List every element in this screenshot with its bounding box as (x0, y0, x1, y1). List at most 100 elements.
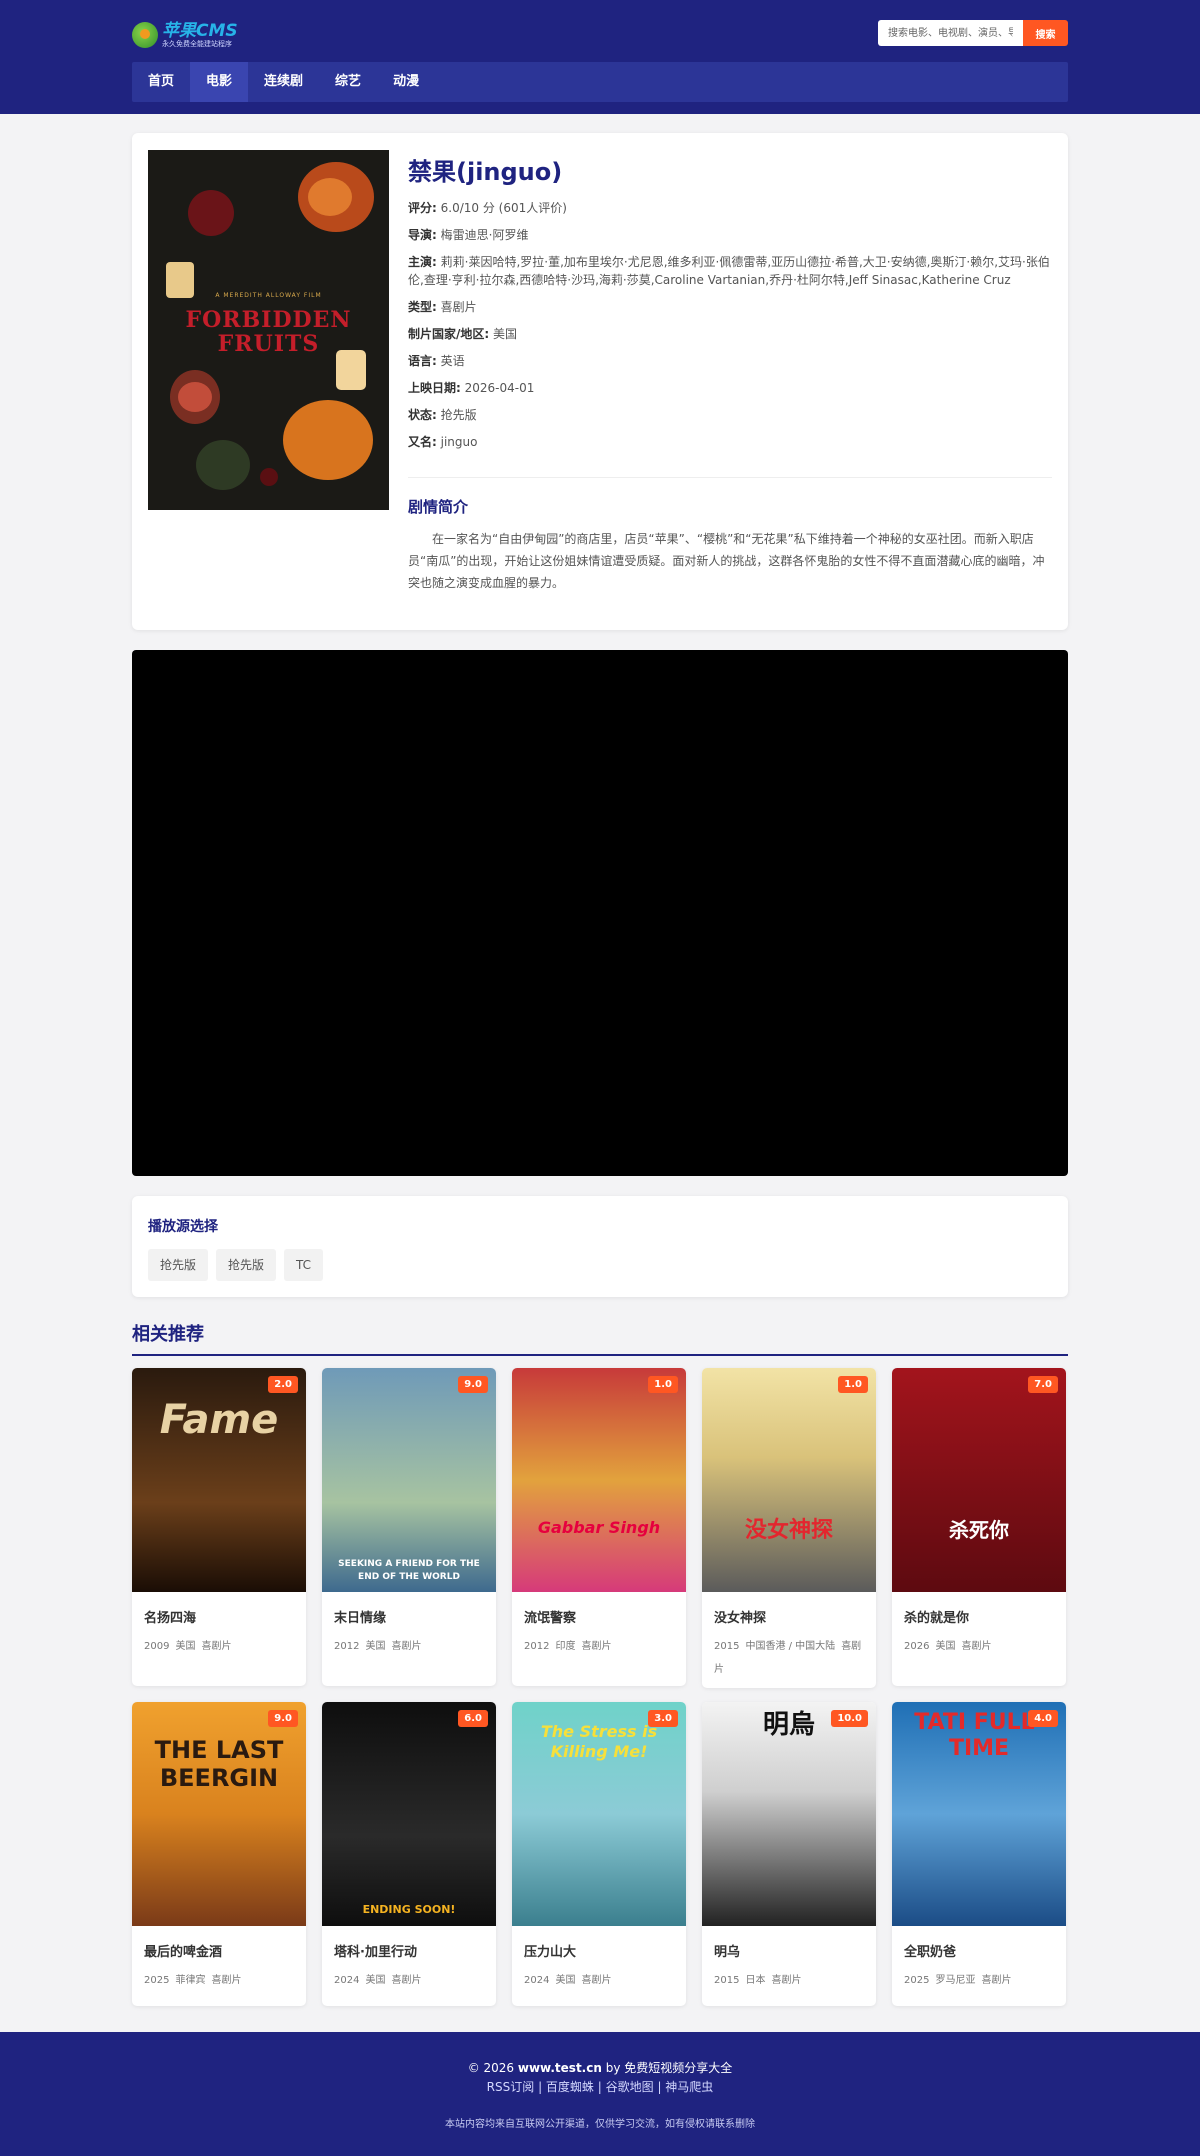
movie-thumbnail[interactable]: 杀死你 7.0 (892, 1368, 1066, 1592)
source-button[interactable]: 抢先版 (216, 1249, 277, 1281)
movie-thumbnail[interactable]: ENDING SOON! 6.0 (322, 1702, 496, 1926)
footer-site-name[interactable]: 免费短视频分享大全 (624, 2061, 732, 2075)
info-label: 导演: (408, 228, 437, 242)
movie-genre: 喜剧片 (981, 1975, 1012, 1986)
movie-region: 美国 (175, 1641, 196, 1652)
movie-thumbnail[interactable]: Fame 2.0 (132, 1368, 306, 1592)
movie-genre: 喜剧片 (391, 1641, 422, 1652)
nav-item-0[interactable]: 首页 (132, 62, 190, 102)
movie-region: 美国 (365, 1975, 386, 1986)
movie-year: 2024 (334, 1975, 360, 1986)
search-button[interactable]: 搜索 (1023, 20, 1068, 46)
info-row: 导演: 梅雷迪思·阿罗维 (408, 226, 1052, 244)
movie-card[interactable]: SEEKING A FRIEND FOR THE END OF THE WORL… (322, 1368, 496, 1686)
movie-card-title[interactable]: 全职奶爸 (892, 1945, 1066, 1961)
info-label: 主演: (408, 255, 437, 269)
site-header: 苹果CMS 永久免费全能建站程序 搜索 首页电影连续剧综艺动漫 (0, 0, 1200, 114)
movie-year: 2025 (904, 1975, 930, 1986)
info-row: 又名: jinguo (408, 433, 1052, 451)
movie-region: 罗马尼亚 (935, 1975, 976, 1986)
footer-site-link[interactable]: www.test.cn (518, 2061, 602, 2075)
movie-card[interactable]: Gabbar Singh 1.0 流氓警察 2012 印度 喜剧片 (512, 1368, 686, 1686)
footer-links: RSS订阅 | 百度蜘蛛 | 谷歌地图 | 神马爬虫 (486, 2080, 714, 2094)
nav-item-1[interactable]: 电影 (190, 62, 249, 102)
logo-title: 苹果CMS (162, 20, 238, 41)
site-logo[interactable]: 苹果CMS 永久免费全能建站程序 (132, 18, 242, 52)
source-button[interactable]: TC (284, 1249, 324, 1281)
footer-link[interactable]: RSS订阅 (487, 2080, 535, 2094)
movie-card[interactable]: TATI FULL-TIME 4.0 全职奶爸 2025 罗马尼亚 喜剧片 (892, 1702, 1066, 2006)
movie-card[interactable]: THE LAST BEERGIN 9.0 最后的啤金酒 2025 菲律宾 喜剧片 (132, 1702, 306, 2006)
movie-genre: 喜剧片 (581, 1975, 612, 1986)
movie-thumbnail[interactable]: Gabbar Singh 1.0 (512, 1368, 686, 1592)
score-badge: 10.0 (831, 1710, 868, 1727)
poster-title: FORBIDDEN FRUITS (185, 307, 352, 357)
movie-region: 美国 (935, 1641, 956, 1652)
movie-thumbnail[interactable]: TATI FULL-TIME 4.0 (892, 1702, 1066, 1926)
divider (408, 477, 1052, 478)
movie-thumbnail[interactable]: SEEKING A FRIEND FOR THE END OF THE WORL… (322, 1368, 496, 1592)
nav-item-3[interactable]: 综艺 (319, 62, 377, 102)
movie-card[interactable]: 明烏 10.0 明乌 2015 日本 喜剧片 (702, 1702, 876, 2006)
nav-item-4[interactable]: 动漫 (377, 62, 435, 102)
movie-card-title[interactable]: 没女神探 (702, 1611, 876, 1627)
poster-text: SEEKING A FRIEND FOR THE END OF THE WORL… (338, 1559, 480, 1582)
info-label: 状态: (408, 408, 437, 422)
movie-card-title[interactable]: 末日情缘 (322, 1611, 496, 1627)
source-button[interactable]: 抢先版 (148, 1249, 209, 1281)
video-player[interactable] (132, 650, 1068, 1176)
movie-title: 禁果(jinguo) (408, 158, 563, 186)
movie-card[interactable]: The Stress is Killing Me! 3.0 压力山大 2024 美国 喜剧… (512, 1702, 686, 2006)
movie-region: 美国 (365, 1641, 386, 1652)
movie-card[interactable]: 没女神探 1.0 没女神探 2015 中国香港 / 中国大陆 喜剧片 (702, 1368, 876, 1688)
info-label: 类型: (408, 300, 437, 314)
score-badge: 1.0 (648, 1376, 678, 1393)
movie-card[interactable]: Fame 2.0 名扬四海 2009 美国 喜剧片 (132, 1368, 306, 1686)
info-label: 上映日期: (408, 381, 461, 395)
info-value: 梅雷迪思·阿罗维 (440, 228, 529, 242)
movie-thumbnail[interactable]: 没女神探 1.0 (702, 1368, 876, 1592)
info-row: 上映日期: 2026-04-01 (408, 379, 1052, 397)
movie-card-title[interactable]: 最后的啤金酒 (132, 1945, 306, 1961)
score-badge: 3.0 (648, 1710, 678, 1727)
info-value: jinguo (440, 435, 478, 449)
info-row: 主演: 莉莉·莱因哈特,罗拉·董,加布里埃尔·尤尼恩,维多利亚·佩德雷蒂,亚历山… (408, 253, 1052, 289)
movie-card-meta: 2012 美国 喜剧片 (322, 1635, 496, 1658)
copyright: © 2026 (467, 2061, 515, 2075)
info-row: 状态: 抢先版 (408, 406, 1052, 424)
footer-link[interactable]: 百度蜘蛛 (546, 2080, 594, 2094)
movie-card-meta: 2026 美国 喜剧片 (892, 1635, 1066, 1658)
score-badge: 6.0 (458, 1710, 488, 1727)
search-input[interactable] (878, 20, 1023, 46)
movie-thumbnail[interactable]: 明烏 10.0 (702, 1702, 876, 1926)
movie-thumbnail[interactable]: THE LAST BEERGIN 9.0 (132, 1702, 306, 1926)
info-label: 又名: (408, 435, 437, 449)
movie-card-title[interactable]: 明乌 (702, 1945, 876, 1961)
poster-text: 杀死你 (949, 1518, 1009, 1542)
main-nav: 首页 电影 连续剧 综艺 动漫 (132, 62, 1068, 102)
movie-card[interactable]: ENDING SOON! 6.0 塔科·加里行动 2024 美国 喜剧片 (322, 1702, 496, 2006)
score-badge: 1.0 (838, 1376, 868, 1393)
movie-card-title[interactable]: 杀的就是你 (892, 1611, 1066, 1627)
movie-card-title[interactable]: 塔科·加里行动 (322, 1945, 496, 1961)
movie-thumbnail[interactable]: The Stress is Killing Me! 3.0 (512, 1702, 686, 1926)
movie-year: 2015 (714, 1641, 740, 1652)
search-box: 搜索 (878, 20, 1068, 46)
poster-text: Fame (159, 1397, 279, 1443)
nav-item-2[interactable]: 连续剧 (248, 62, 319, 102)
movie-year: 2012 (334, 1641, 360, 1652)
movie-region: 印度 (555, 1641, 576, 1652)
score-badge: 9.0 (458, 1376, 488, 1393)
score-badge: 4.0 (1028, 1710, 1058, 1727)
movie-card-title[interactable]: 压力山大 (512, 1945, 686, 1961)
movie-card-title[interactable]: 流氓警察 (512, 1611, 686, 1627)
movie-card[interactable]: 杀死你 7.0 杀的就是你 2026 美国 喜剧片 (892, 1368, 1066, 1686)
footer-link[interactable]: 神马爬虫 (665, 2080, 713, 2094)
movie-card-meta: 2012 印度 喜剧片 (512, 1635, 686, 1658)
movie-genre: 喜剧片 (961, 1641, 992, 1652)
apple-logo-icon (132, 22, 158, 48)
footer-link[interactable]: 谷歌地图 (606, 2080, 654, 2094)
movie-card-title[interactable]: 名扬四海 (132, 1611, 306, 1627)
movie-year: 2026 (904, 1641, 930, 1652)
info-value: 英语 (440, 354, 465, 368)
